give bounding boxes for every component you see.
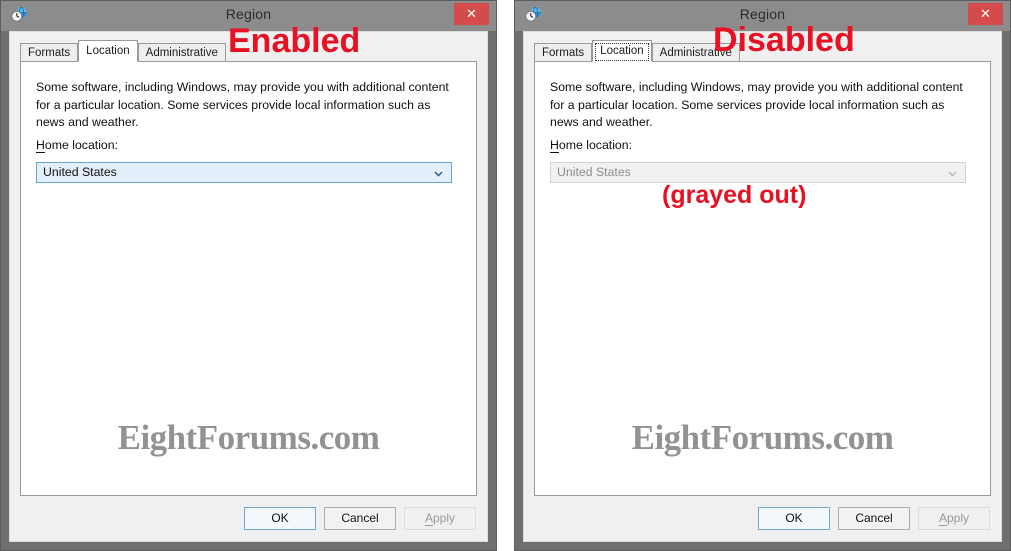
apply-accel: A bbox=[424, 511, 433, 526]
home-location-label-rest: ome location: bbox=[44, 138, 119, 152]
dialog-body: Formats Location Administrative Some sof… bbox=[9, 31, 488, 542]
home-location-combobox: United States bbox=[550, 162, 966, 183]
tab-location[interactable]: Location bbox=[592, 40, 652, 62]
apply-button: Apply bbox=[918, 507, 990, 530]
tab-administrative[interactable]: Administrative bbox=[137, 43, 226, 62]
titlebar: Region ✕ bbox=[515, 1, 1010, 31]
apply-rest: pply bbox=[433, 511, 456, 525]
button-row: OK Cancel Apply bbox=[236, 507, 476, 530]
home-location-value: United States bbox=[557, 165, 631, 179]
tab-administrative-label: Administrative bbox=[659, 47, 732, 59]
region-dialog-enabled: Region ✕ Formats Location Administrative… bbox=[0, 0, 497, 551]
screenshot-stage: Region ✕ Formats Location Administrative… bbox=[0, 0, 1011, 551]
tabstrip: Formats Location Administrative bbox=[20, 40, 477, 62]
tab-content-panel: Some software, including Windows, may pr… bbox=[20, 61, 477, 496]
cancel-button[interactable]: Cancel bbox=[838, 507, 910, 530]
cancel-button[interactable]: Cancel bbox=[324, 507, 396, 530]
home-location-label: Home location: bbox=[550, 138, 633, 153]
button-row: OK Cancel Apply bbox=[750, 507, 990, 530]
apply-button: Apply bbox=[404, 507, 476, 530]
home-location-label-rest: ome location: bbox=[558, 138, 633, 152]
tab-location-label: Location bbox=[86, 45, 130, 57]
home-location-label-accel: H bbox=[550, 138, 559, 153]
chevron-down-icon bbox=[433, 166, 444, 177]
region-dialog-disabled: Region ✕ Formats Location Administrative bbox=[514, 0, 1011, 551]
tab-administrative[interactable]: Administrative bbox=[651, 43, 740, 62]
apply-accel: A bbox=[938, 511, 947, 526]
ok-button[interactable]: OK bbox=[244, 507, 316, 530]
ok-button[interactable]: OK bbox=[758, 507, 830, 530]
home-location-value: United States bbox=[43, 165, 117, 179]
watermark: EightForums.com bbox=[631, 418, 894, 457]
tab-formats[interactable]: Formats bbox=[534, 43, 593, 62]
description-text: Some software, including Windows, may pr… bbox=[36, 80, 449, 129]
tab-content-panel: Some software, including Windows, may pr… bbox=[534, 61, 991, 496]
watermark: EightForums.com bbox=[117, 418, 380, 457]
window-title: Region bbox=[225, 6, 272, 22]
close-button[interactable]: ✕ bbox=[454, 3, 489, 25]
tab-formats[interactable]: Formats bbox=[20, 43, 79, 62]
tab-formats-label: Formats bbox=[28, 47, 71, 59]
close-icon: ✕ bbox=[980, 6, 991, 21]
apply-rest: pply bbox=[947, 511, 970, 525]
description-text: Some software, including Windows, may pr… bbox=[550, 80, 963, 129]
tab-location[interactable]: Location bbox=[78, 40, 138, 62]
home-location-label: Home location: bbox=[36, 138, 119, 153]
tab-location-label: Location bbox=[600, 45, 644, 57]
dialog-body: Formats Location Administrative Some sof… bbox=[523, 31, 1002, 542]
home-location-label-accel: H bbox=[36, 138, 45, 153]
home-location-combobox[interactable]: United States bbox=[36, 162, 452, 183]
titlebar: Region ✕ bbox=[1, 1, 496, 31]
tabstrip: Formats Location Administrative bbox=[534, 40, 991, 62]
tab-formats-label: Formats bbox=[542, 47, 585, 59]
tab-administrative-label: Administrative bbox=[145, 47, 218, 59]
close-icon: ✕ bbox=[466, 6, 477, 21]
close-button[interactable]: ✕ bbox=[968, 3, 1003, 25]
window-title: Region bbox=[739, 6, 786, 22]
chevron-down-icon bbox=[947, 166, 958, 177]
